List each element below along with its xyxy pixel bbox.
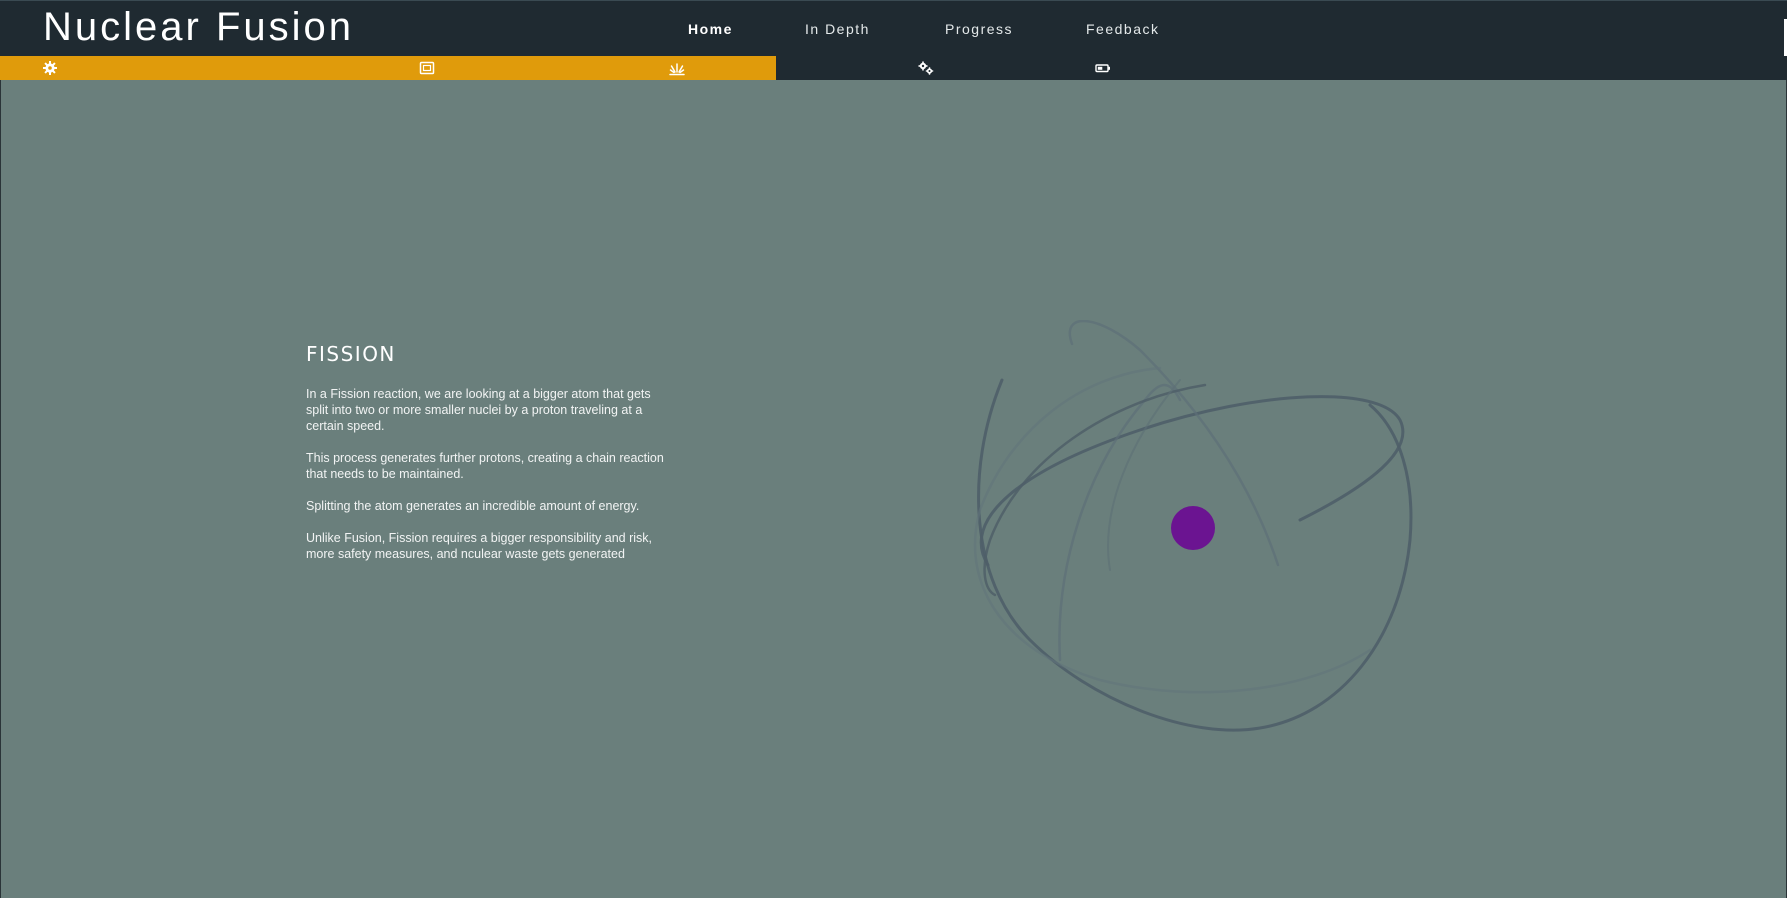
paragraph-reaction: In a Fission reaction, we are looking at… <box>306 387 651 433</box>
battery-icon[interactable] <box>1094 59 1112 77</box>
nucleus <box>1171 506 1215 550</box>
orbit-ring-inner <box>1107 379 1181 571</box>
page-left-border <box>0 0 1 898</box>
nav-progress[interactable]: Progress <box>945 21 1013 37</box>
paragraph-chain-reaction: This process generates further protons, … <box>306 451 664 481</box>
paragraph-risk: Unlike Fusion, Fission requires a bigger… <box>306 531 652 561</box>
orbit-ring-arc <box>983 383 1207 597</box>
fission-section: FISSION In a Fission reaction, we are lo… <box>306 342 676 578</box>
paragraph-energy: Splitting the atom generates an incredib… <box>306 499 640 513</box>
nav-home[interactable]: Home <box>688 21 733 37</box>
orbit-ring-vertical <box>1058 383 1182 662</box>
orbit-ring-outer <box>977 378 1413 732</box>
icon-toolbar-highlight <box>0 56 776 80</box>
section-heading: FISSION <box>306 342 396 366</box>
nav-feedback[interactable]: Feedback <box>1086 21 1159 37</box>
gear-icon[interactable] <box>41 59 59 77</box>
gears-icon[interactable] <box>917 59 935 77</box>
scroll-icon[interactable] <box>418 59 436 77</box>
top-header: Nuclear Fusion Home In Depth Progress Fe… <box>0 0 1787 57</box>
atom-illustration <box>973 320 1413 732</box>
main-nav: Home In Depth Progress Feedback <box>0 1 1787 57</box>
icon-toolbar <box>0 56 1787 80</box>
explosion-icon[interactable] <box>668 59 686 77</box>
nav-in-depth[interactable]: In Depth <box>805 21 870 37</box>
